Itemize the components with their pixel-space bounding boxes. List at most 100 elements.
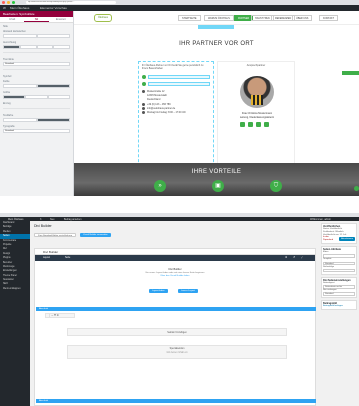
- mail-icon[interactable]: [256, 122, 261, 127]
- settings-icon[interactable]: ⚙: [285, 255, 287, 261]
- check-icon: [142, 81, 146, 86]
- expand-icon[interactable]: ⤢: [301, 255, 303, 261]
- close-dot-icon[interactable]: [2, 1, 5, 4]
- alignment-toggle[interactable]: [3, 45, 70, 49]
- nav-select[interactable]: Standard: [323, 292, 355, 296]
- color-toggle[interactable]: [3, 84, 70, 88]
- nav-item[interactable]: STARTSEITE: [178, 15, 201, 21]
- contact-title: Ansprechpartner: [246, 64, 266, 67]
- text-color-toggle[interactable]: [3, 118, 70, 122]
- control-label: Farbe: [3, 80, 10, 83]
- control-label: Trennlinie: [3, 58, 14, 61]
- spacing-slider[interactable]: [3, 34, 70, 38]
- avatar: [240, 76, 274, 108]
- address-bar[interactable]: sp-oekohaus-kaufen.de/wp-admin/post.php?…: [26, 1, 116, 4]
- special-section-module[interactable]: Spezialsektion Gib deinen Inhalt ein: [67, 345, 287, 359]
- row-tools[interactable]: ⋮ ⋯ ☰ ⚙: [45, 313, 75, 318]
- load-layout-button[interactable]: Layout laden: [149, 289, 168, 293]
- divider-select[interactable]: Standard: [3, 62, 70, 66]
- tab-style[interactable]: Stil: [24, 17, 49, 22]
- divi-builder-box: Divi Builder Layout Seite ⚙ ↺ ⤢ Divi Bui…: [34, 248, 316, 406]
- history-icon[interactable]: ↺: [293, 255, 295, 261]
- typography-select[interactable]: Standard: [3, 129, 70, 133]
- icon-list-row[interactable]: [142, 81, 210, 86]
- empty-state: Divi Builder Ein neues Layout laden oder…: [35, 262, 315, 292]
- template-select[interactable]: Standard: [323, 261, 355, 266]
- site-header: Ökohaus STARTSEITE WARUM ÖKOHAUS PARTNER…: [74, 11, 359, 25]
- nav-item[interactable]: KONTAKT: [319, 15, 339, 21]
- right-sidebar: Veröffentlichen Status: Veröffentlicht S…: [319, 221, 359, 406]
- control-label: Typografie: [3, 125, 15, 128]
- builder-title: Divi Builder: [43, 250, 59, 254]
- mail-icon: [142, 106, 145, 110]
- nav-item[interactable]: WARUM ÖKOHAUS: [204, 15, 234, 21]
- tab-page[interactable]: Seite: [65, 255, 70, 261]
- site-name-link[interactable]: Mein Ökohaus: [10, 6, 29, 10]
- side-tab[interactable]: [342, 71, 359, 75]
- widget-toolbar[interactable]: [148, 74, 210, 79]
- add-section-module[interactable]: Sektion hinzufügen: [67, 328, 287, 336]
- page-title: Divi Builder: [34, 224, 52, 228]
- screenshot-root: sp-oekohaus-kaufen.de/wp-admin/post.php?…: [0, 0, 359, 406]
- list-item: 12345 Musterstadt: [142, 94, 210, 97]
- benefits-title: IHRE VORTEILE: [191, 169, 242, 175]
- section-handle[interactable]: [198, 25, 234, 29]
- intro-text: Ihr Ökohaus-Partner vor Ort berät Sie ge…: [142, 64, 204, 70]
- maximize-dot-icon[interactable]: [12, 1, 15, 4]
- attributes-box: Seiten-Attribute Eltern Template Standar…: [321, 245, 357, 275]
- phone-icon: [142, 102, 145, 106]
- elementor-panel: Bearbeiten: Symbolliste Inhalt Stil Erwe…: [0, 11, 74, 196]
- hero-title: IHR PARTNER VOR ORT: [179, 41, 254, 47]
- wp-logo-icon[interactable]: W: [3, 6, 6, 10]
- contact-card: Ansprechpartner Frau Christina Musterman…: [217, 61, 295, 167]
- visual-builder-button[interactable]: Visual Builder verwenden: [80, 233, 111, 237]
- selected-widget[interactable]: Ihr Ökohaus-Partner vor Ort berät Sie ge…: [138, 61, 214, 167]
- xing-icon[interactable]: [248, 122, 253, 127]
- collapse-menu[interactable]: Menü einklappen: [0, 287, 30, 291]
- widget-toolbar[interactable]: [148, 81, 210, 86]
- benefits-section: IHRE VORTEILE » ▣ ⛉: [74, 163, 359, 196]
- tab-advanced[interactable]: Erweitert: [49, 17, 73, 22]
- empty-state-title: Divi Builder: [168, 268, 182, 271]
- wp-divi-builder-screenshot: Mein Ökohaus 3 Neu Beitrag ansehen Willk…: [0, 213, 359, 406]
- module-title: Spezialsektion: [169, 348, 185, 350]
- load-link[interactable]: Über den Visual Builder laden: [35, 275, 315, 277]
- preview-link[interactable]: Elementor Vorschau: [40, 6, 67, 10]
- arrows-icon: »: [154, 180, 166, 192]
- order-input[interactable]: [323, 268, 355, 273]
- blank-layout-button[interactable]: Leeres Layout: [178, 289, 198, 293]
- list-item: +49 (0) 123 – 456 789: [142, 103, 210, 106]
- nav-item[interactable]: ÜBER UNS: [292, 15, 313, 21]
- size-slider[interactable]: [3, 95, 70, 99]
- site-preview: Ökohaus STARTSEITE WARUM ÖKOHAUS PARTNER…: [74, 11, 359, 196]
- list-item: info@oekohaus-partner.de: [142, 107, 210, 110]
- scarf-graphic: [251, 95, 263, 105]
- shield-icon: ⛉: [270, 180, 282, 192]
- section-header[interactable]: Abschnitt: [36, 399, 316, 403]
- control-label: Abstand dazwischen: [3, 30, 26, 33]
- list-item: Deutschland: [142, 98, 210, 101]
- default-editor-button[interactable]: Zum Standard-Editor zurückkehren: [34, 233, 77, 237]
- trash-link[interactable]: In den Papierkorb: [323, 236, 339, 242]
- address-list: Musterstraße 12 12345 Musterstadt Deutsc…: [139, 90, 213, 115]
- section-header[interactable]: Abschnitt: [36, 307, 316, 311]
- control-label: Einzug: [3, 102, 11, 105]
- divi-settings-box: Divi Seiteneinstellungen Seitenlayout Se…: [321, 276, 357, 299]
- main-content: Divi Builder Zum Standard-Editor zurückk…: [30, 221, 319, 406]
- fab-button[interactable]: [354, 186, 359, 191]
- divider: [3, 52, 70, 53]
- phone-icon[interactable]: [264, 122, 269, 127]
- update-button[interactable]: Aktualisieren: [339, 237, 355, 242]
- set-image-link[interactable]: Beitragsbild festlegen: [323, 305, 355, 308]
- control-label: Größe: [3, 91, 11, 94]
- list-item: Musterstraße 12: [142, 90, 210, 94]
- tab-layout[interactable]: Layout: [43, 255, 50, 261]
- site-logo[interactable]: Ökohaus: [94, 14, 112, 22]
- elementor-editor-screenshot: sp-oekohaus-kaufen.de/wp-admin/post.php?…: [0, 0, 359, 196]
- location-icon: [142, 90, 145, 94]
- minimize-dot-icon[interactable]: [7, 1, 10, 4]
- linkedin-icon[interactable]: [240, 122, 245, 127]
- module-subtitle: Gib deinen Inhalt ein: [166, 352, 188, 354]
- tab-content[interactable]: Inhalt: [0, 17, 24, 22]
- icon-list-row[interactable]: [142, 74, 210, 79]
